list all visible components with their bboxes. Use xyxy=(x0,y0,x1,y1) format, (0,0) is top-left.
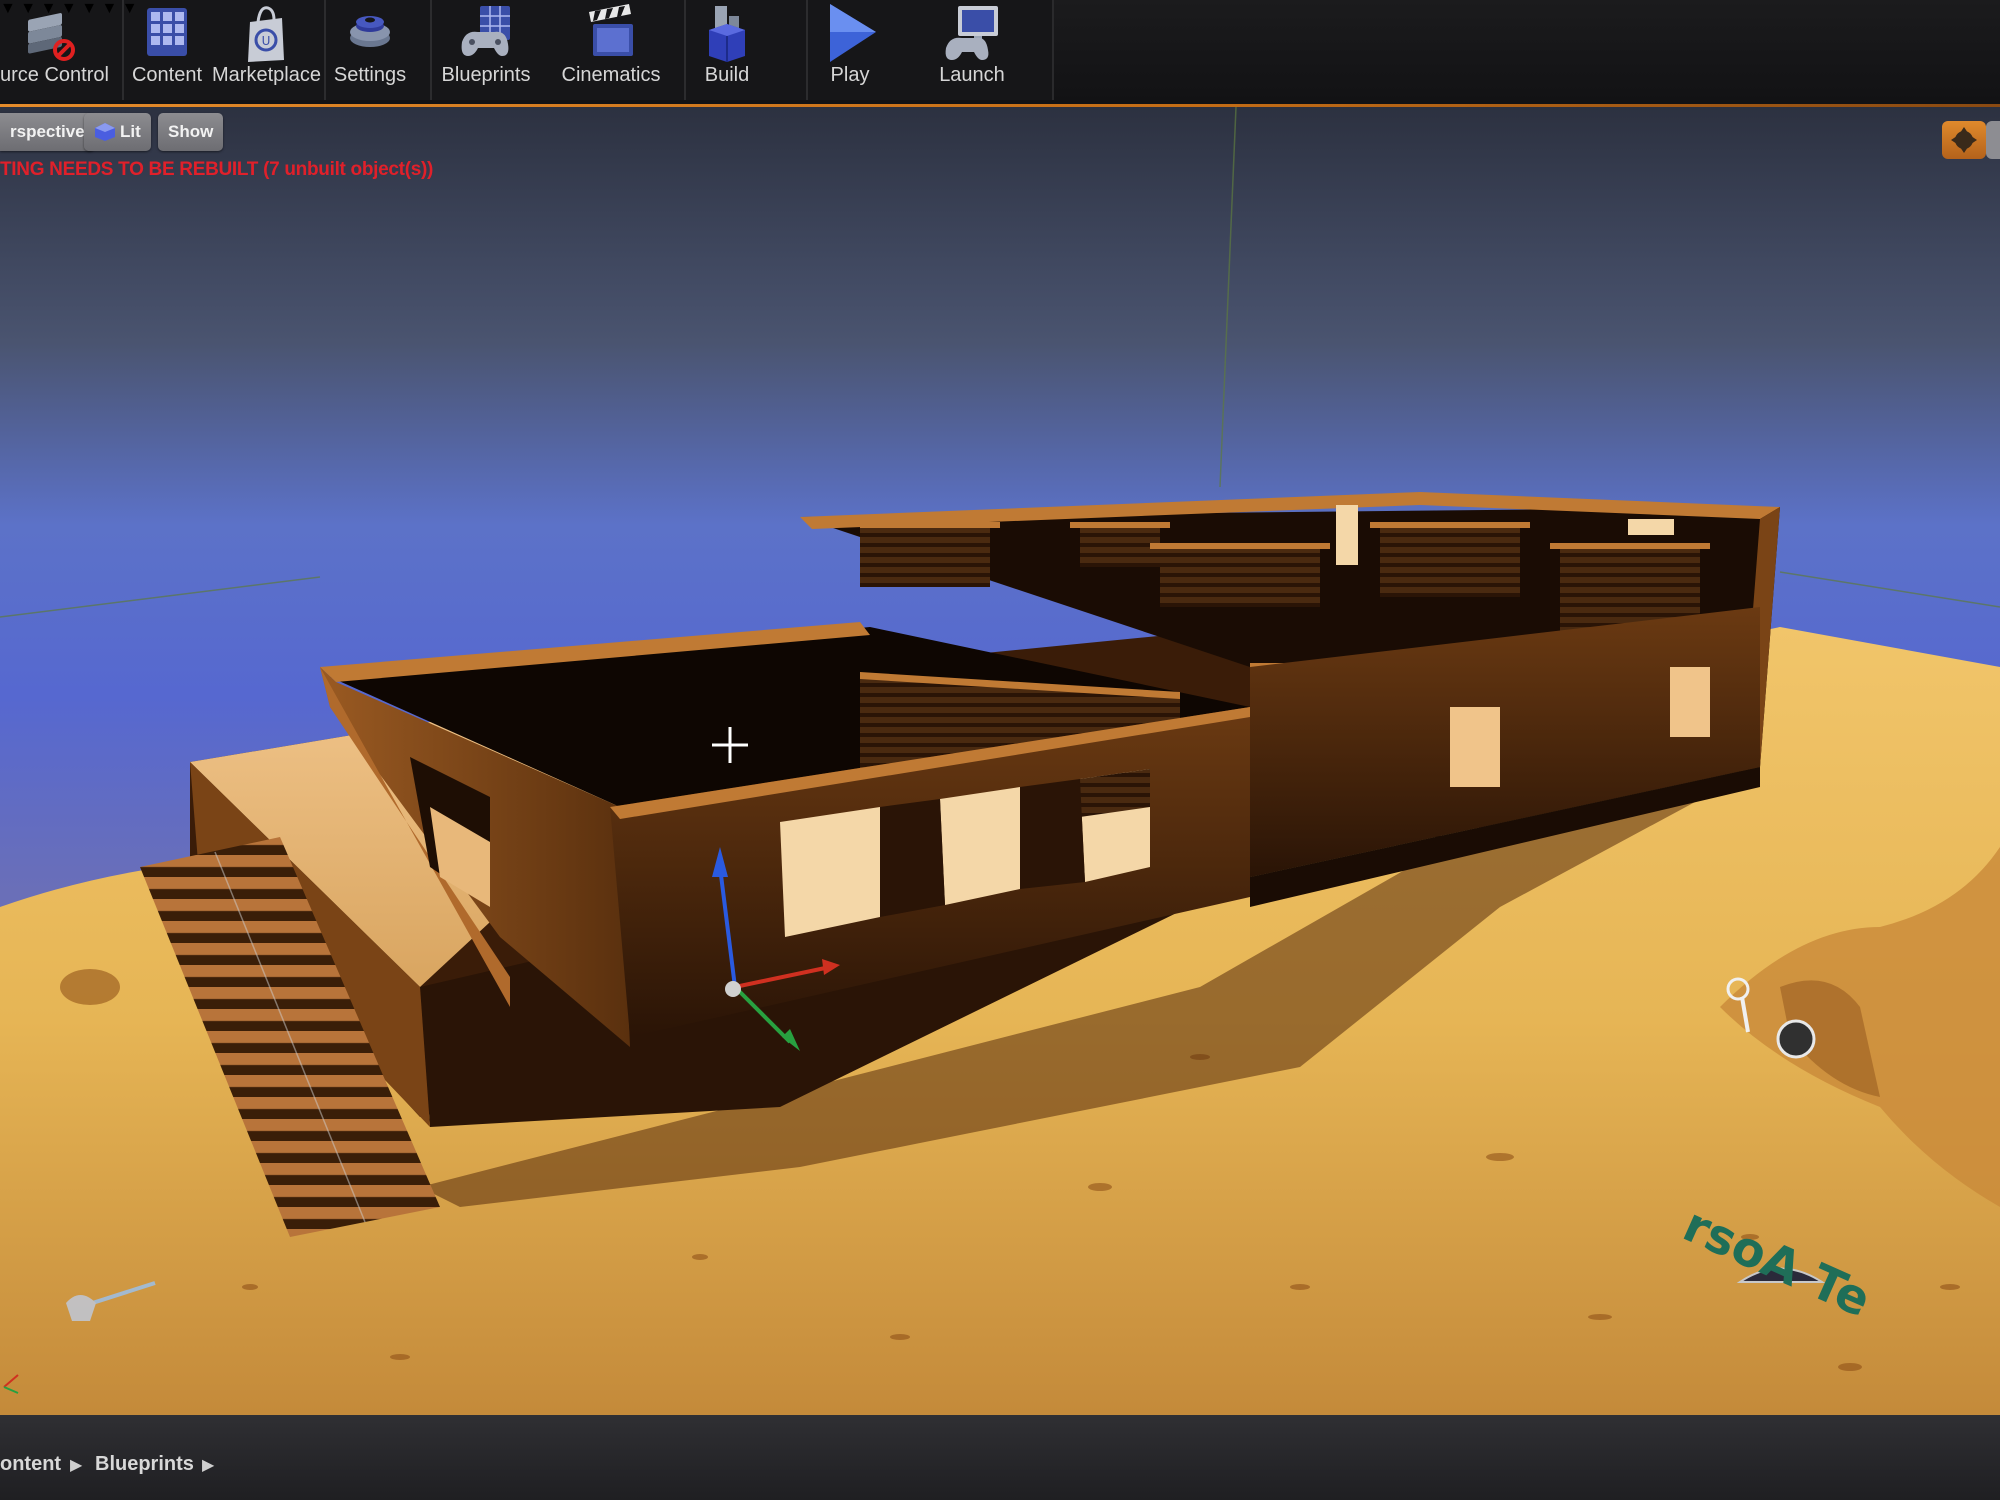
toolbar-group: urce Control ▼ Content U Marketplace Set… xyxy=(0,0,1054,100)
breadcrumb-separator[interactable]: ▶ xyxy=(70,1455,82,1475)
snap-settings-button[interactable] xyxy=(1986,121,2000,159)
blueprints-icon xyxy=(461,6,510,56)
lit-label: Lit xyxy=(120,122,141,141)
launch-label: Launch xyxy=(939,64,1005,86)
transform-mode-button[interactable] xyxy=(1942,121,1986,159)
content-label: Content xyxy=(131,64,203,86)
cinematics-label: Cinematics xyxy=(561,64,661,86)
scene-render: rsoA Te xyxy=(0,107,2000,1415)
play-button[interactable]: Play xyxy=(814,0,886,100)
lit-cube-icon xyxy=(95,123,115,141)
launch-icon xyxy=(945,6,998,60)
main-toolbar: urce Control ▼ Content U Marketplace Set… xyxy=(0,0,2000,104)
launch-button[interactable]: Launch xyxy=(930,0,1014,100)
build-label: Build xyxy=(704,64,750,86)
content-browser-path-bar: ontent ▶ Blueprints ▶ xyxy=(0,1415,2000,1500)
breadcrumb-content[interactable]: ontent xyxy=(0,1453,61,1476)
lit-button[interactable]: Lit xyxy=(84,113,151,151)
content-icon xyxy=(147,8,187,56)
lighting-rebuild-warning: TING NEEDS TO BE REBUILT (7 unbuilt obje… xyxy=(0,159,434,180)
move-icon xyxy=(1951,127,1977,153)
blueprints-label: Blueprints xyxy=(441,64,531,86)
settings-label: Settings xyxy=(333,64,407,86)
content-button[interactable]: Content xyxy=(126,0,208,100)
source-control-icon xyxy=(28,13,75,61)
show-button[interactable]: Show xyxy=(158,113,224,151)
svg-text:U: U xyxy=(262,34,271,48)
blueprints-button[interactable]: Blueprints xyxy=(436,0,536,100)
play-dropdown[interactable]: ▼ xyxy=(101,0,117,17)
play-icon xyxy=(830,4,876,62)
settings-button[interactable]: Settings xyxy=(328,0,412,100)
source-control-label: urce Control xyxy=(0,64,109,86)
sphere-reflection-marker xyxy=(1776,1019,1816,1059)
source-control-button[interactable]: urce Control xyxy=(0,0,109,100)
cinematics-button[interactable]: Cinematics xyxy=(558,0,664,100)
level-viewport[interactable]: rsoA Te rspective Lit Show TING NEEDS TO… xyxy=(0,107,2000,1415)
marketplace-icon: U xyxy=(248,6,284,62)
build-icon xyxy=(709,6,745,62)
build-button[interactable]: Build xyxy=(690,0,764,100)
marketplace-button[interactable]: U Marketplace xyxy=(212,0,321,100)
breadcrumb-separator[interactable]: ▶ xyxy=(202,1455,214,1475)
clapperboard-icon xyxy=(589,4,633,56)
play-label: Play xyxy=(830,64,870,86)
gear-icon xyxy=(350,16,390,47)
perspective-button[interactable]: rspective xyxy=(0,113,95,151)
breadcrumb-blueprints[interactable]: Blueprints xyxy=(95,1453,194,1476)
marketplace-label: Marketplace xyxy=(212,64,321,86)
